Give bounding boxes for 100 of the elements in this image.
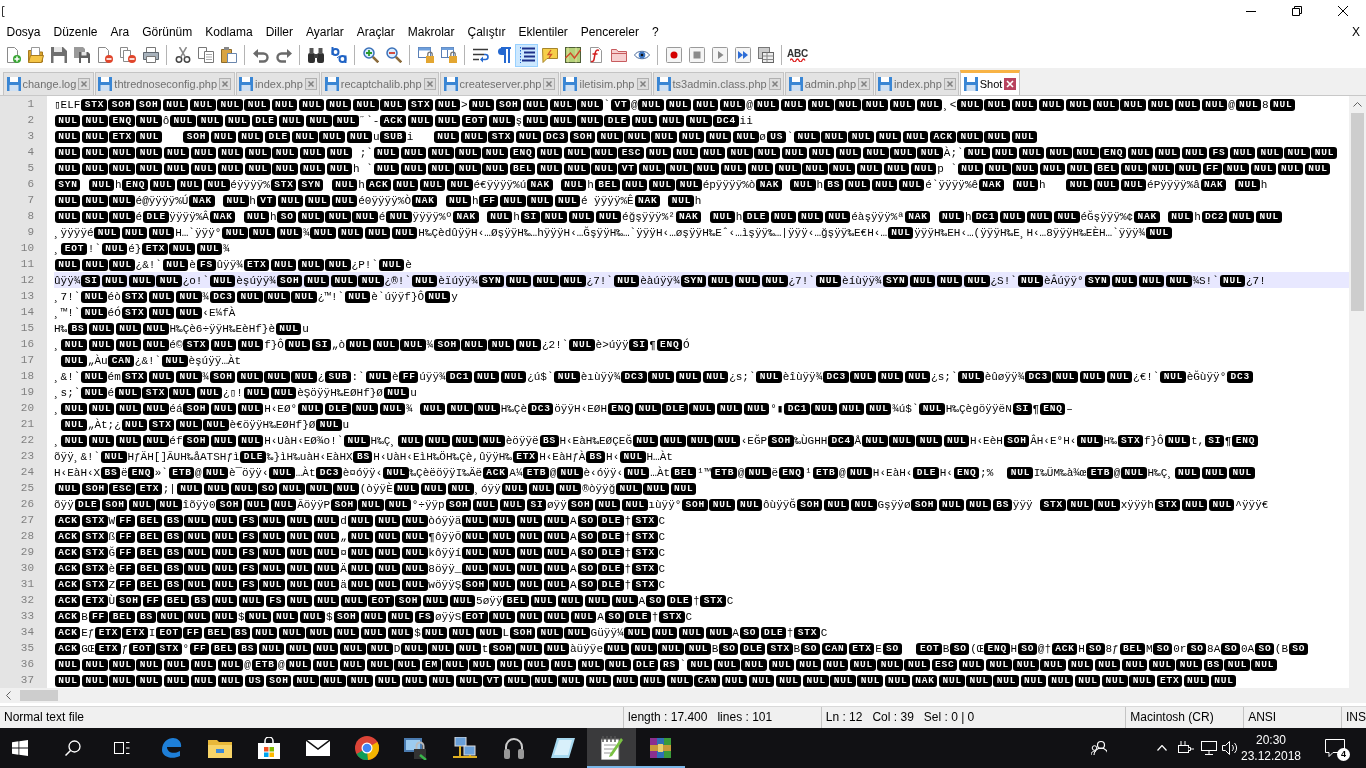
line-number: 9 bbox=[0, 224, 47, 240]
line-number: 14 bbox=[0, 304, 47, 320]
cursor-column-label: Col : 39 bbox=[872, 709, 914, 726]
line-number: 29 bbox=[0, 544, 47, 560]
code-line: ACK STX ß FF BEL BS NUL NUL FS NUL NUL NUL „ NUL NUL NUL ¶ôÿÿÕ NUL NUL NUL NUL A SO DLE † STX C bbox=[54, 531, 665, 543]
folder-icon bbox=[207, 738, 232, 758]
line-ending-label: Macintosh (CR) bbox=[1130, 709, 1214, 726]
line-number: 32 bbox=[0, 592, 47, 608]
notification-icon[interactable] bbox=[1325, 739, 1345, 757]
menu-item[interactable]: Makrolar bbox=[401, 22, 461, 42]
power-plug-icon[interactable] bbox=[1178, 741, 1194, 755]
menu-item[interactable]: Dosya bbox=[0, 22, 47, 42]
line-number: 16 bbox=[0, 336, 47, 352]
line-number: 22 bbox=[0, 432, 47, 448]
close-tab-icon[interactable] bbox=[943, 78, 956, 90]
line-number: 20 bbox=[0, 400, 47, 416]
close-tab-icon[interactable] bbox=[219, 78, 232, 90]
printer-icon bbox=[142, 47, 159, 63]
line-number: 24 bbox=[0, 464, 47, 480]
line-number: 31 bbox=[0, 576, 47, 592]
file-tab[interactable]: iletisim.php bbox=[559, 72, 652, 95]
scroll-thumb[interactable] bbox=[20, 690, 58, 701]
menu-item[interactable]: Eklentiler bbox=[512, 22, 575, 42]
close-tab-icon[interactable] bbox=[1004, 78, 1017, 90]
close-tab-icon[interactable] bbox=[636, 78, 649, 90]
code-line: ¸s;` NUL é NUL STX NUL NUL ¿▯! NUL NUL èŞöÿÿH‰EØHf}Ø NUL u bbox=[54, 387, 417, 399]
code-line: ¸7!` NUL éò STX NUL NUL ¾ DC3 NUL NUL NUL ¿™!` NUL è`úÿÿf}Ô NUL y bbox=[54, 291, 458, 303]
horizontal-scrollbar[interactable] bbox=[0, 688, 1366, 703]
code-line: ¸™!` NUL éÓ STX NUL NUL ‹E¼fÀ bbox=[54, 307, 236, 319]
line-number: 37 bbox=[0, 672, 47, 688]
vertical-scrollbar[interactable] bbox=[1349, 96, 1366, 688]
menu-item[interactable]: Çalıştır bbox=[461, 22, 512, 42]
restore-icon bbox=[1292, 6, 1302, 16]
floppy-disks-icon bbox=[73, 47, 90, 63]
menu-item[interactable]: Görünüm bbox=[135, 22, 199, 42]
menu-item[interactable]: Araçlar bbox=[350, 22, 402, 42]
close-tab-icon[interactable] bbox=[543, 78, 556, 90]
code-line: ¸ NUL NUL NUL NUL éá SOH NUL NUL H‹EØ° NUL DLE NUL NUL ¾ NUL NUL NUL H‰Çè DC3 öÿÿH‹EØH ENQ NUL DLE NUL NUL NUL °▮ DC1 NUL NUL NUL ¾ú$` NUL H‰ÇègöÿÿëN SI ¶ ENQ – bbox=[54, 403, 1073, 415]
code-line: ACK B FF BEL BS NUL NUL NUL $ NUL NUL NUL $ SOH NUL NUL FS øÿÿS EOT NUL NUL NUL NUL A SO DLE † STX C bbox=[54, 611, 693, 623]
taskbar-app-button[interactable] bbox=[587, 728, 636, 768]
line-number: 15 bbox=[0, 320, 47, 336]
wavy-underline-icon bbox=[789, 57, 806, 62]
menu-item[interactable]: Kodlama bbox=[198, 22, 260, 42]
envelope-icon bbox=[305, 740, 330, 756]
menu-item[interactable]: ? bbox=[645, 22, 666, 42]
menu-item[interactable]: Düzenle bbox=[47, 22, 105, 42]
menu-item[interactable]: Ara bbox=[104, 22, 136, 42]
stop-icon bbox=[688, 47, 705, 63]
arrow-left-icon[interactable] bbox=[6, 691, 11, 700]
file-tab[interactable]: admin.php bbox=[785, 72, 874, 95]
chevron-up-icon[interactable] bbox=[1157, 745, 1167, 751]
code-line: ¸ NUL NUL NUL NUL éf SOH NUL NUL H‹UàH‹EØ¾o!` NUL H‰Ç¸ NUL NUL NUL NUL èöÿÿë BS H‹EàH‰EØÇEĞ NUL NUL NUL NUL ‹EĞP SOH ‰ÙGHH DC4 Å NUL NUL NUL NUL H‹EèH SOH ÂH‹E°H‹ NUL H‰ STX f}Ô NUL t, SI ¶ ENQ bbox=[54, 435, 1259, 447]
code-line: NUL NUL NUL NUL NUL NUL NUL @ ETB @ NUL NUL NUL NUL NUL EM NUL NUL NUL NUL NUL NUL NUL DLE RS ` NUL NUL NUL NUL NUL NUL NUL NUL NUL ESC NUL NUL NUL NUL NUL NUL NUL NUL NUL BS NUL NUL bbox=[54, 659, 1278, 671]
pilcrow-icon bbox=[495, 47, 512, 63]
clock-button[interactable]: 20:30 23.12.2018 bbox=[1240, 728, 1302, 768]
close-tab-icon[interactable] bbox=[304, 78, 317, 90]
line-number: 26 bbox=[0, 496, 47, 512]
close-tab-icon[interactable] bbox=[78, 78, 91, 90]
headphones-icon bbox=[503, 737, 524, 759]
file-tab[interactable]: index.php bbox=[235, 72, 321, 95]
line-number: 5 bbox=[0, 160, 47, 176]
file-tab[interactable]: change.log bbox=[3, 72, 94, 95]
spell-check-button[interactable]: ABC bbox=[786, 43, 809, 67]
menu-item[interactable]: Pencereler bbox=[574, 22, 646, 42]
arrow-up-icon[interactable] bbox=[1353, 102, 1362, 107]
windows-logo-icon bbox=[12, 740, 28, 756]
close-tab-icon[interactable] bbox=[858, 78, 871, 90]
scroll-thumb[interactable] bbox=[1351, 113, 1364, 311]
task-view-icon bbox=[113, 740, 130, 756]
close-tab-icon[interactable] bbox=[423, 78, 436, 90]
close-document-button[interactable]: X bbox=[1346, 22, 1366, 42]
shopping-bag-icon bbox=[257, 737, 280, 759]
code-line: NUL NUL NUL é DLE ÿÿÿÿ%Â NAK NUL h SO NUL NUL NUL é NUL ÿÿÿÿ%º NAK NUL h SI NUL NUL NUL éğşÿÿÿ%² NAK NUL h DLE NUL NUL NUL éàşÿÿÿ%ª NAK NUL h DC1 NUL NUL NUL éĞşÿÿÿ%¢ NAK NUL h DC2 NUL NUL bbox=[54, 211, 1283, 223]
code-line: ACK ETX Ù SOH FF BEL BS NUL NUL FS NUL NUL NUL EOT SOH NUL NUL 5øÿÿ BEL NUL NUL NUL NUL A SO DLE † STX C bbox=[54, 595, 734, 607]
line-number: 17 bbox=[0, 352, 47, 368]
line-number: 10 bbox=[0, 240, 47, 256]
network-icon[interactable] bbox=[1201, 741, 1217, 755]
line-number: 23 bbox=[0, 448, 47, 464]
wrap-lines-icon bbox=[472, 47, 489, 63]
file-tab[interactable]: Shot bbox=[960, 70, 1020, 95]
file-tab[interactable]: index.php bbox=[874, 72, 960, 95]
line-number: 12 bbox=[0, 272, 47, 288]
code-line: NUL SOH ESC ETX ;| NUL NUL NUL SO NUL NUL NUL (òÿÿÈ NUL NUL NUL ¸óÿÿ NUL NUL NUL ®òÿÿğ NUL NUL NUL bbox=[54, 483, 697, 495]
speaker-icon[interactable] bbox=[1222, 741, 1238, 755]
line-number: 28 bbox=[0, 528, 47, 544]
redo-icon bbox=[275, 47, 292, 63]
close-tab-icon[interactable] bbox=[768, 78, 781, 90]
indent-guide-button[interactable] bbox=[515, 43, 538, 67]
encoding-label: ANSI bbox=[1248, 709, 1277, 726]
line-number: 8 bbox=[0, 208, 47, 224]
people-icon[interactable] bbox=[1091, 740, 1107, 756]
line-number: 6 bbox=[0, 176, 47, 192]
menu-item[interactable]: Diller bbox=[259, 22, 300, 42]
menu-item[interactable]: Ayarlar bbox=[299, 22, 351, 42]
line-number: 4 bbox=[0, 144, 47, 160]
file-tab[interactable]: createserver.php bbox=[440, 72, 559, 95]
file-tab[interactable]: recaptchalib.php bbox=[321, 72, 440, 95]
file-tab[interactable]: ts3admin.class.php bbox=[653, 72, 785, 95]
tilted-panel-icon bbox=[550, 738, 575, 758]
file-tab[interactable]: thtrednoseconfig.php bbox=[94, 72, 235, 95]
